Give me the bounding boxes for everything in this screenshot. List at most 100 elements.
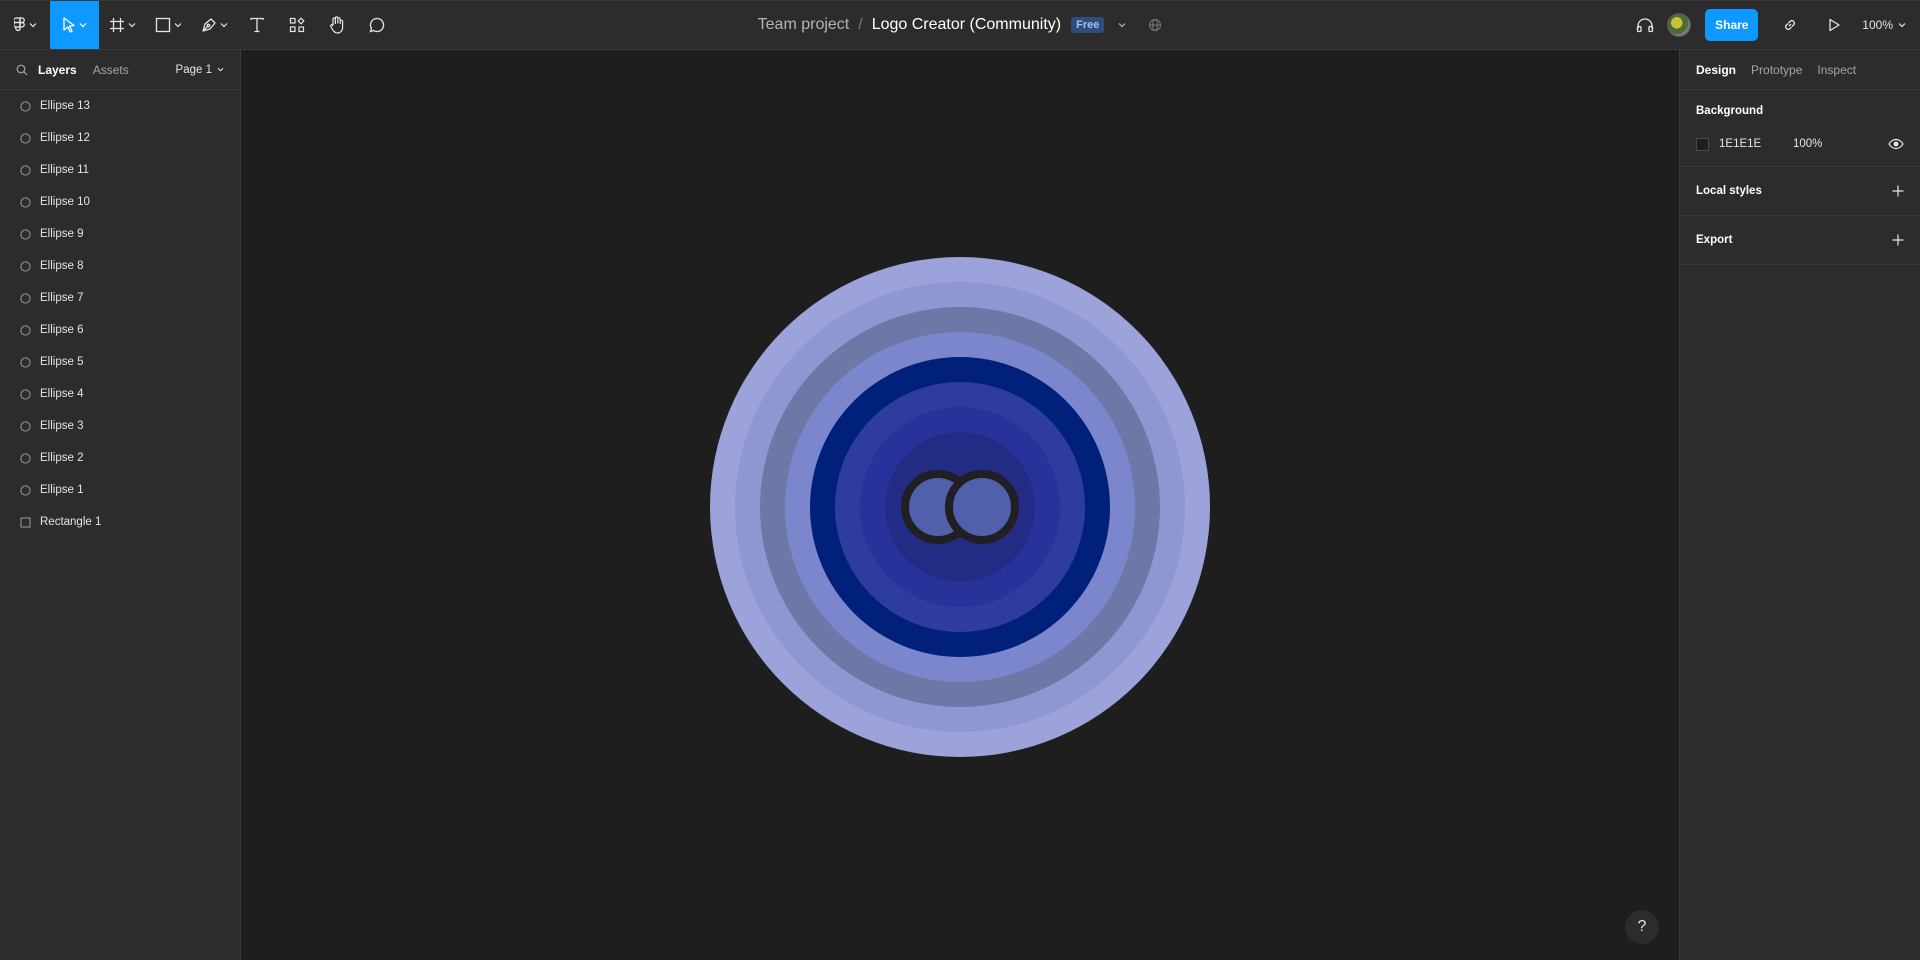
- background-opacity-input[interactable]: 100%: [1793, 138, 1822, 150]
- main-menu-button[interactable]: [0, 1, 50, 49]
- export-heading: Export: [1696, 216, 1904, 264]
- page-selector[interactable]: Page 1: [176, 64, 224, 76]
- play-icon: [1829, 18, 1840, 32]
- layer-row[interactable]: Ellipse 3: [0, 410, 240, 442]
- layer-name: Rectangle 1: [40, 516, 102, 528]
- chevron-down-icon: [128, 23, 135, 28]
- export-section: Export: [1680, 216, 1920, 265]
- tab-design[interactable]: Design: [1696, 63, 1736, 77]
- local-styles-heading: Local styles: [1696, 167, 1904, 215]
- layer-row[interactable]: Ellipse 11: [0, 154, 240, 186]
- user-avatar[interactable]: [1667, 13, 1692, 37]
- help-button[interactable]: ?: [1625, 910, 1659, 944]
- globe-icon[interactable]: [1148, 18, 1162, 32]
- search-icon[interactable]: [16, 64, 28, 76]
- link-icon: [1785, 20, 1796, 30]
- frame-tool-button[interactable]: [99, 1, 145, 49]
- layer-name: Ellipse 11: [40, 164, 90, 176]
- local-styles-section: Local styles: [1680, 167, 1920, 216]
- resources-tool-button[interactable]: [277, 1, 317, 49]
- zoom-level: 100%: [1862, 18, 1893, 32]
- layer-row[interactable]: Rectangle 1: [0, 506, 240, 538]
- copy-link-button[interactable]: [1774, 1, 1806, 49]
- layer-row[interactable]: Ellipse 1: [0, 474, 240, 506]
- team-project-link[interactable]: Team project: [758, 16, 850, 34]
- pen-tool-button[interactable]: [191, 1, 237, 49]
- layer-name: Ellipse 6: [40, 324, 84, 336]
- eye-icon[interactable]: [1888, 138, 1904, 150]
- layer-row[interactable]: Ellipse 2: [0, 442, 240, 474]
- top-toolbar: Team project / Logo Creator (Community) …: [0, 0, 1920, 50]
- chevron-down-icon: [220, 23, 227, 28]
- layer-name: Ellipse 7: [40, 292, 84, 304]
- background-hex-input[interactable]: 1E1E1E: [1719, 138, 1793, 150]
- layer-row[interactable]: Ellipse 8: [0, 250, 240, 282]
- background-section: Background 1E1E1E 100%: [1680, 90, 1920, 167]
- background-heading: Background: [1696, 90, 1904, 132]
- background-color-swatch[interactable]: [1696, 137, 1709, 151]
- add-export-plus-icon[interactable]: [1892, 234, 1904, 246]
- layer-row[interactable]: Ellipse 6: [0, 314, 240, 346]
- ellipse-layer-icon: [19, 356, 31, 368]
- layer-row[interactable]: Ellipse 7: [0, 282, 240, 314]
- file-name[interactable]: Logo Creator (Community): [872, 16, 1061, 34]
- ellipse-layer-icon: [19, 388, 31, 400]
- frame-hash-icon: [109, 18, 124, 32]
- ellipse-layer-icon: [19, 100, 31, 112]
- share-button[interactable]: Share: [1705, 9, 1759, 41]
- file-menu-chevron-icon[interactable]: [1118, 22, 1126, 28]
- ellipse-layer-icon: [19, 132, 31, 144]
- tab-inspect[interactable]: Inspect: [1817, 63, 1856, 77]
- rectangle-layer-icon: [19, 516, 31, 528]
- ellipse-layer-icon: [19, 292, 31, 304]
- toolbar-right-group: Share 100%: [1629, 1, 1920, 49]
- resources-grid-icon: [289, 17, 305, 33]
- ellipse-layer-icon: [19, 228, 31, 240]
- zoom-dropdown[interactable]: 100%: [1862, 18, 1906, 32]
- layer-row[interactable]: Ellipse 12: [0, 122, 240, 154]
- layer-name: Ellipse 8: [40, 260, 84, 272]
- layer-name: Ellipse 12: [40, 132, 90, 144]
- layer-name: Ellipse 10: [40, 196, 90, 208]
- layer-row[interactable]: Ellipse 5: [0, 346, 240, 378]
- export-label: Export: [1696, 234, 1733, 246]
- layer-row[interactable]: Ellipse 10: [0, 186, 240, 218]
- ellipse-layer-icon: [19, 164, 31, 176]
- present-play-button[interactable]: [1820, 1, 1848, 49]
- comment-bubble-icon: [369, 17, 385, 33]
- layer-row[interactable]: Ellipse 13: [0, 90, 240, 122]
- tab-layers[interactable]: Layers: [38, 63, 77, 77]
- background-fill-row: 1E1E1E 100%: [1696, 132, 1904, 156]
- shape-tool-button[interactable]: [145, 1, 191, 49]
- canvas[interactable]: ?: [241, 50, 1679, 960]
- right-panel-tabs: Design Prototype Inspect: [1680, 50, 1920, 90]
- logo-artwork[interactable]: [241, 50, 1679, 960]
- ellipse-layer-icon: [19, 420, 31, 432]
- figma-logo-icon: [13, 17, 25, 32]
- ellipse-layer-icon: [19, 452, 31, 464]
- layer-name: Ellipse 13: [40, 100, 90, 112]
- layer-row[interactable]: Ellipse 4: [0, 378, 240, 410]
- audio-headphones-button[interactable]: [1629, 1, 1661, 49]
- text-t-icon: [250, 17, 264, 33]
- hand-tool-button[interactable]: [317, 1, 357, 49]
- breadcrumb-separator: /: [858, 16, 863, 33]
- pen-nib-icon: [201, 18, 216, 32]
- layer-name: Ellipse 9: [40, 228, 84, 240]
- chevron-down-icon: [174, 23, 181, 28]
- add-style-plus-icon[interactable]: [1892, 185, 1904, 197]
- layer-name: Ellipse 4: [40, 388, 84, 400]
- layer-row[interactable]: Ellipse 9: [0, 218, 240, 250]
- move-tool-button[interactable]: [50, 1, 99, 49]
- text-tool-button[interactable]: [237, 1, 277, 49]
- page-name: Page 1: [175, 63, 212, 76]
- chevron-down-icon: [217, 67, 224, 72]
- logo-inner-circle-right[interactable]: [945, 470, 1019, 544]
- tab-prototype[interactable]: Prototype: [1751, 63, 1802, 77]
- background-label: Background: [1696, 105, 1764, 117]
- properties-panel: Design Prototype Inspect Background 1E1E…: [1679, 50, 1920, 960]
- comment-tool-button[interactable]: [357, 1, 397, 49]
- ellipse-layer-icon: [19, 324, 31, 336]
- ellipse-layer-icon: [19, 196, 31, 208]
- tab-assets[interactable]: Assets: [93, 63, 129, 77]
